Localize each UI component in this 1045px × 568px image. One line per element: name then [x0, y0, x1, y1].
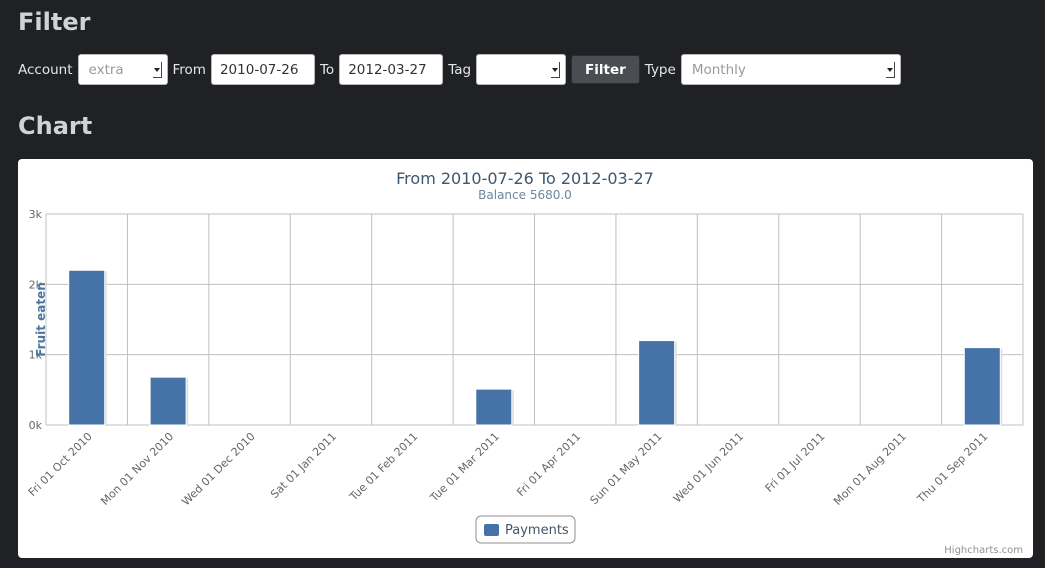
y-tick-label: 0k	[29, 419, 43, 432]
bar-chart: From 2010-07-26 To 2012-03-27Balance 568…	[26, 169, 1024, 556]
x-tick-label: Mon 01 Aug 2011	[831, 430, 909, 508]
chart-card: From 2010-07-26 To 2012-03-27 Balance 568…	[18, 159, 1033, 558]
x-tick-label: Fri 01 Apr 2011	[514, 430, 583, 499]
chart-credits[interactable]: Highcharts.com	[944, 545, 1023, 556]
to-date-input[interactable]: 2012-03-27	[339, 54, 444, 85]
chart-section-title: Chart	[18, 112, 93, 140]
to-date-value: 2012-03-27	[348, 61, 427, 78]
filter-bar: Account extra From 2010-07-26 To 2012-03…	[18, 54, 906, 85]
type-select-value: Monthly	[691, 61, 746, 78]
account-select[interactable]: extra	[77, 54, 168, 85]
bar[interactable]	[638, 340, 676, 426]
y-tick-label: 3k	[29, 208, 43, 221]
bar[interactable]	[475, 388, 513, 426]
x-tick-label: Sat 01 Jan 2011	[268, 430, 339, 501]
type-label: Type	[644, 61, 676, 78]
legend-swatch[interactable]	[484, 524, 499, 536]
filter-button[interactable]: Filter	[571, 55, 640, 84]
y-axis-label: Fruit eaten	[34, 282, 48, 357]
chevron-down-icon	[152, 62, 162, 78]
tag-label: Tag	[448, 61, 472, 78]
x-tick-label: Tue 01 Feb 2011	[346, 430, 420, 504]
bar[interactable]	[68, 269, 106, 426]
account-label: Account	[18, 61, 73, 78]
bar[interactable]	[963, 347, 1001, 426]
x-tick-label: Tue 01 Mar 2011	[427, 430, 502, 505]
x-tick-label: Wed 01 Jun 2011	[671, 430, 746, 505]
filter-section-title: Filter	[18, 8, 91, 36]
to-label: To	[319, 61, 335, 78]
x-tick-label: Mon 01 Nov 2010	[98, 430, 176, 508]
bar[interactable]	[149, 376, 187, 426]
x-tick-label: Fri 01 Jul 2011	[763, 430, 828, 495]
from-date-value: 2010-07-26	[219, 61, 299, 78]
x-tick-label: Sun 01 May 2011	[588, 430, 665, 507]
x-tick-label: Wed 01 Dec 2010	[179, 430, 257, 508]
chart-subtitle: Balance 5680.0	[478, 188, 572, 202]
tag-select[interactable]	[476, 54, 567, 85]
type-select[interactable]: Monthly	[680, 54, 901, 85]
legend-item-label[interactable]: Payments	[505, 523, 569, 538]
chart-title: From 2010-07-26 To 2012-03-27	[396, 169, 654, 188]
x-tick-label: Thu 01 Sep 2011	[914, 430, 990, 506]
x-tick-label: Fri 01 Oct 2010	[26, 430, 95, 499]
from-label: From	[172, 61, 206, 78]
account-select-value: extra	[88, 61, 124, 78]
from-date-input[interactable]: 2010-07-26	[210, 54, 315, 85]
chevron-down-icon	[885, 62, 895, 78]
chevron-down-icon	[551, 62, 561, 78]
